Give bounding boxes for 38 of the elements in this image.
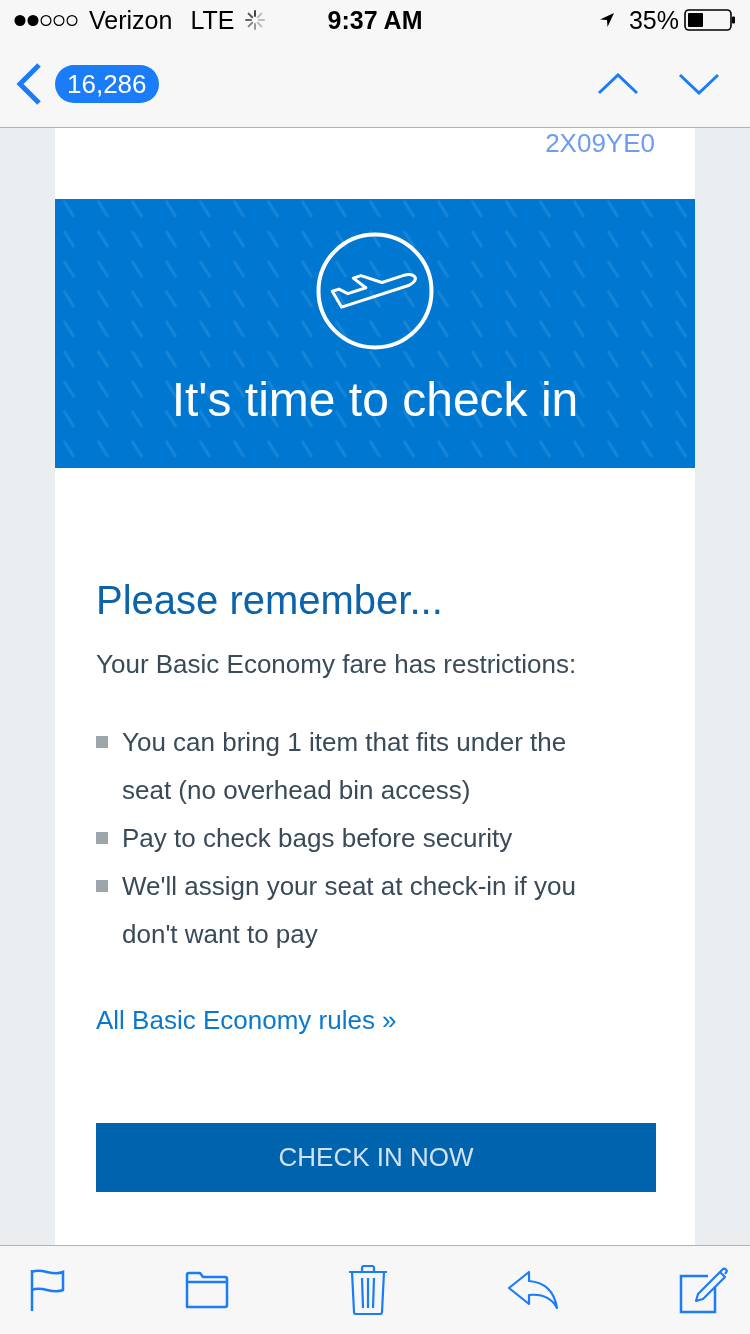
intro-text: Your Basic Economy fare has restrictions: [96,648,577,681]
reply-icon [507,1270,559,1310]
banner-title: It's time to check in [171,372,579,428]
bullet-icon [96,736,108,748]
signal-strength-icon [14,13,80,27]
clock-time: 9:37 AM [327,5,423,35]
trash-button[interactable] [348,1265,388,1315]
chevron-up-icon [597,72,639,95]
activity-spinner-icon [245,10,266,30]
battery-percentage: 35% [628,5,679,35]
confirmation-code: 2X09YE0 [545,128,655,158]
message-count-badge: 16,286 [55,64,159,103]
compose-button[interactable] [678,1266,728,1314]
bullet-icon [96,880,108,892]
flag-button[interactable] [30,1268,66,1312]
flag-icon [30,1268,66,1312]
restriction-text: We'll assign your seat at check-in if you don't want to pay [122,870,577,951]
trash-icon [348,1265,388,1315]
location-arrow-icon [598,12,615,28]
check-in-now-button[interactable]: CHECK IN NOW [96,1123,656,1192]
section-heading: Please remember... [96,577,443,624]
folder-icon [185,1271,229,1309]
bullet-icon [96,832,108,844]
back-button[interactable] [16,61,43,106]
airplane-circle-icon [316,232,434,350]
chevron-left-icon [16,61,43,106]
previous-message-button[interactable] [597,72,639,95]
next-message-button[interactable] [678,72,720,95]
network-type: LTE [190,5,235,35]
compose-icon [678,1266,728,1314]
carrier-name: Verizon [89,5,173,35]
chevron-down-icon [678,72,720,95]
restriction-text: You can bring 1 item that fits under the seat (no overhead bin access) [122,726,568,807]
restriction-text: Pay to check bags before security [122,822,514,855]
reply-button[interactable] [507,1270,559,1310]
battery-icon [684,9,736,31]
rules-link[interactable]: All Basic Economy rules » [96,1000,397,1040]
move-to-folder-button[interactable] [185,1271,229,1309]
